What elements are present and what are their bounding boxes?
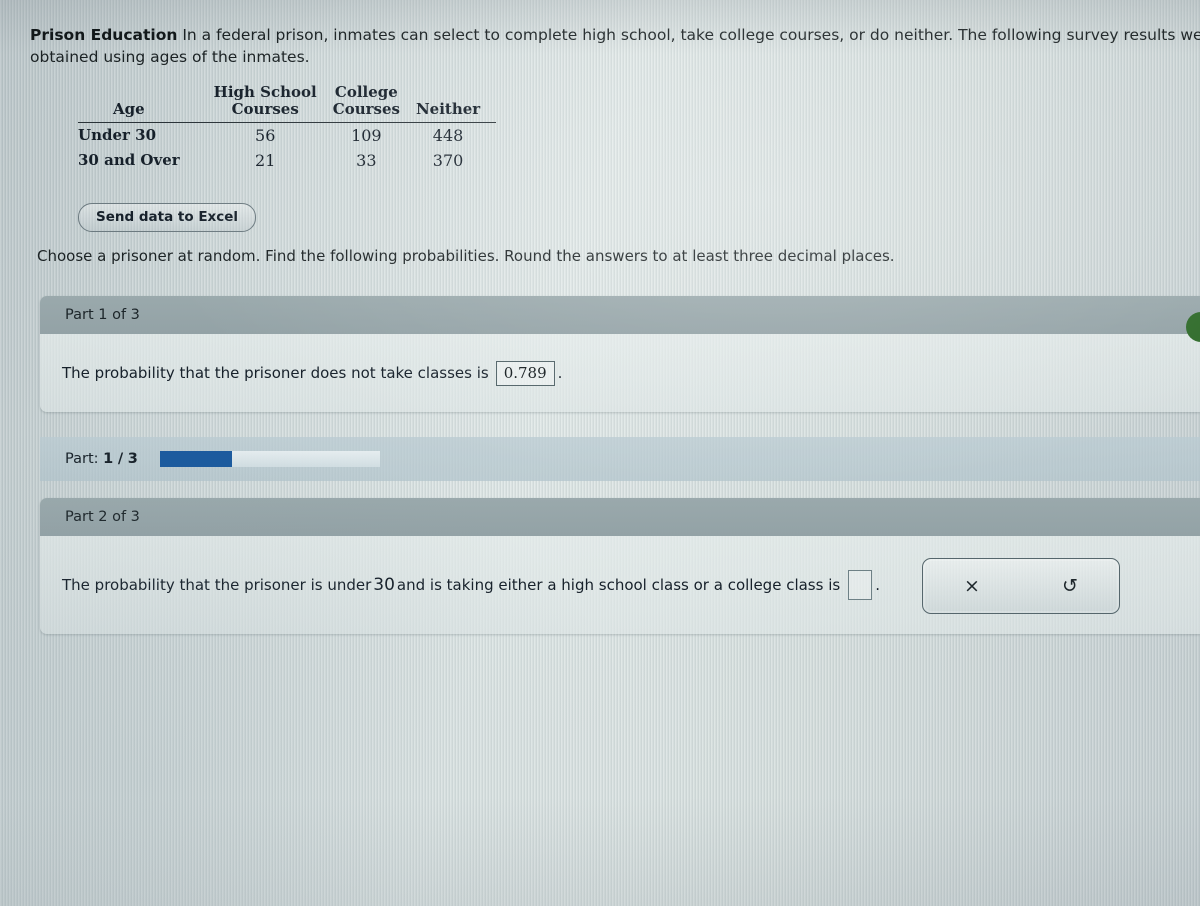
cell-30over-college: 33	[356, 150, 377, 170]
instruction-text: Choose a prisoner at random. Find the fo…	[37, 247, 895, 265]
cell-30over-neither: 370	[432, 150, 464, 170]
part-1-body: The probability that the prisoner does n…	[40, 334, 1200, 412]
problem-intro-line1: In a federal prison, inmates can select …	[177, 26, 1200, 44]
progress-separator: /	[117, 451, 124, 467]
col-header-neither: Neither	[415, 84, 497, 123]
col-header-age: Age	[78, 84, 214, 123]
row-label-30-and-over: 30 and Over	[78, 151, 180, 169]
progress-strip: Part: 1 / 3	[40, 437, 1200, 481]
part-2-inline-number: 30	[373, 575, 395, 595]
part-1-question: The probability that the prisoner does n…	[62, 360, 563, 386]
part-2-question-prefix: The probability that the prisoner is und…	[62, 576, 372, 594]
table-row: 30 and Over 21 33 370	[78, 148, 496, 173]
progress-total: 3	[127, 451, 138, 467]
progress-bar-fill	[159, 451, 233, 467]
col-header-college-line2: Courses	[332, 100, 400, 119]
send-data-to-excel-button[interactable]: Send data to Excel	[78, 203, 257, 232]
answer-tool-group: × ↺	[922, 558, 1120, 614]
progress-label-prefix: Part:	[65, 451, 99, 467]
problem-intro-line2: obtained using ages of the inmates.	[30, 48, 310, 67]
part-1-panel: Part 1 of 3 The probability that the pri…	[40, 296, 1200, 412]
cell-30over-high-school: 21	[255, 150, 276, 170]
progress-bar-track	[159, 451, 380, 467]
col-header-college-line1: College	[334, 83, 398, 101]
part-1-answer-input[interactable]: 0.789	[495, 360, 555, 386]
problem-intro: Prison Education In a federal prison, in…	[30, 24, 1200, 69]
col-header-college: College Courses	[332, 83, 416, 123]
survey-table: Age High School Courses College Courses …	[78, 83, 497, 173]
clear-icon[interactable]: ×	[923, 559, 1021, 613]
cell-under30-neither: 448	[432, 125, 464, 145]
part-2-question: The probability that the prisoner is und…	[62, 570, 880, 600]
part-2-answer-input[interactable]	[848, 570, 873, 600]
cell-under30-high-school: 56	[255, 125, 276, 145]
part-1-header: Part 1 of 3	[40, 296, 1200, 334]
part-2-question-suffix: and is taking either a high school class…	[396, 576, 841, 594]
col-header-high-school: High School Courses	[213, 83, 333, 123]
col-header-high-school-line2: Courses	[231, 100, 299, 119]
cell-under30-college: 109	[351, 125, 382, 145]
part-1-question-text: The probability that the prisoner does n…	[62, 364, 489, 382]
undo-icon[interactable]: ↺	[1021, 559, 1119, 613]
part-2-period: .	[875, 576, 880, 594]
col-header-high-school-line1: High School	[213, 83, 317, 101]
row-label-under-30: Under 30	[78, 126, 157, 144]
table-header-row: Age High School Courses College Courses …	[78, 83, 497, 123]
progress-label: Part: 1 / 3	[65, 451, 138, 467]
problem-title: Prison Education	[30, 26, 178, 44]
survey-table-wrapper: Age High School Courses College Courses …	[78, 83, 497, 173]
table-row: Under 30 56 109 448	[78, 122, 496, 148]
part-1-period: .	[557, 364, 563, 382]
progress-current: 1	[103, 451, 114, 467]
part-2-header: Part 2 of 3	[40, 498, 1200, 536]
